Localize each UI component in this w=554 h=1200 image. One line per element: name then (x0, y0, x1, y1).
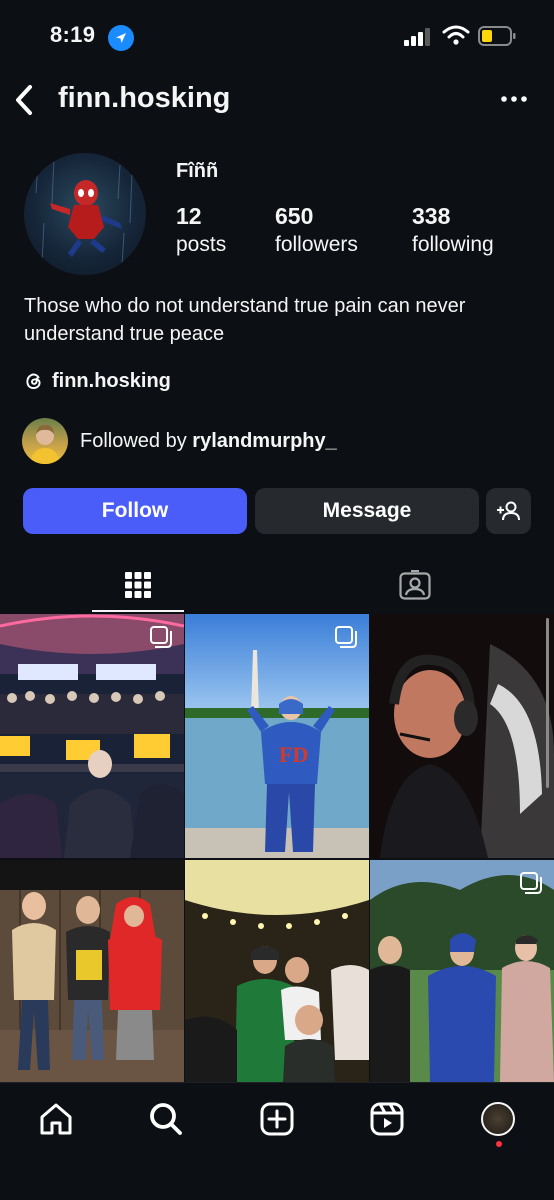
multi-photo-icon (335, 626, 357, 648)
following-label: following (412, 233, 494, 256)
posts-label: posts (176, 233, 227, 256)
followed-by-row[interactable]: Followed by rylandmurphy_ (22, 418, 337, 464)
location-arrow-icon (108, 25, 134, 51)
back-chevron-icon[interactable] (10, 82, 38, 118)
post-washington-monument[interactable]: FD (185, 614, 369, 858)
home-icon (40, 1103, 72, 1135)
tagged-icon (399, 570, 431, 600)
nav-search[interactable] (146, 1099, 186, 1139)
multi-photo-icon (150, 626, 172, 648)
active-tab-indicator (92, 610, 184, 612)
follow-button[interactable]: Follow (23, 488, 247, 534)
bottom-navigation (0, 1082, 554, 1200)
threads-link[interactable]: finn.hosking (24, 366, 171, 396)
nav-profile[interactable] (478, 1099, 518, 1139)
add-user-icon (496, 501, 520, 521)
signal-icon (404, 28, 434, 46)
profile-tabs (0, 556, 554, 614)
notification-dot (496, 1141, 502, 1147)
scroll-indicator[interactable] (546, 618, 549, 788)
profile-bio: Those who do not understand true pain ca… (24, 295, 466, 345)
posts-grid: FD (0, 614, 554, 1082)
post-gaming-arena[interactable] (0, 614, 184, 858)
profile-avatar-thumb (481, 1102, 515, 1136)
nav-home[interactable] (36, 1099, 76, 1139)
followed-by-user[interactable]: rylandmurphy_ (192, 430, 336, 452)
posts-stat: 12 posts (176, 202, 226, 260)
threads-icon (24, 371, 44, 391)
followers-count: 650 (275, 203, 314, 229)
status-time: 8:19 (50, 22, 96, 47)
nav-create[interactable] (257, 1099, 297, 1139)
battery-icon (478, 26, 516, 46)
following-count: 338 (412, 203, 451, 229)
followed-by-text: Followed by rylandmurphy_ (80, 430, 337, 453)
nav-reels[interactable] (367, 1099, 407, 1139)
status-bar: 8:19 (0, 0, 554, 70)
post-headset-portrait[interactable] (370, 614, 554, 858)
threads-handle: finn.hosking (52, 369, 171, 392)
header-username: finn.hosking (58, 82, 231, 114)
followed-by-prefix: Followed by (80, 429, 193, 452)
following-stat[interactable]: 338 following (412, 202, 494, 260)
tab-posts-grid[interactable] (92, 556, 184, 614)
posts-count: 12 (176, 203, 202, 229)
svg-text:FD: FD (279, 742, 308, 767)
grid-icon (125, 572, 151, 598)
multi-photo-icon (520, 872, 542, 894)
tab-tagged[interactable] (369, 556, 461, 614)
post-golf-course-group[interactable] (370, 860, 554, 1104)
profile-header: finn.hosking (0, 70, 554, 130)
profile-avatar[interactable] (24, 153, 146, 275)
follower-avatar (22, 418, 68, 464)
post-backyard-friends[interactable] (0, 860, 184, 1104)
followers-label: followers (275, 233, 358, 256)
wifi-icon (442, 24, 470, 46)
create-icon (260, 1102, 294, 1136)
display-name: Fîññ (176, 160, 219, 182)
followers-stat[interactable]: 650 followers (275, 202, 358, 260)
post-tent-party[interactable] (185, 860, 369, 1104)
message-button[interactable]: Message (255, 488, 479, 534)
suggested-users-button[interactable] (486, 488, 531, 534)
reels-icon (370, 1102, 404, 1136)
search-icon (150, 1103, 182, 1135)
more-options-icon[interactable] (500, 90, 528, 108)
